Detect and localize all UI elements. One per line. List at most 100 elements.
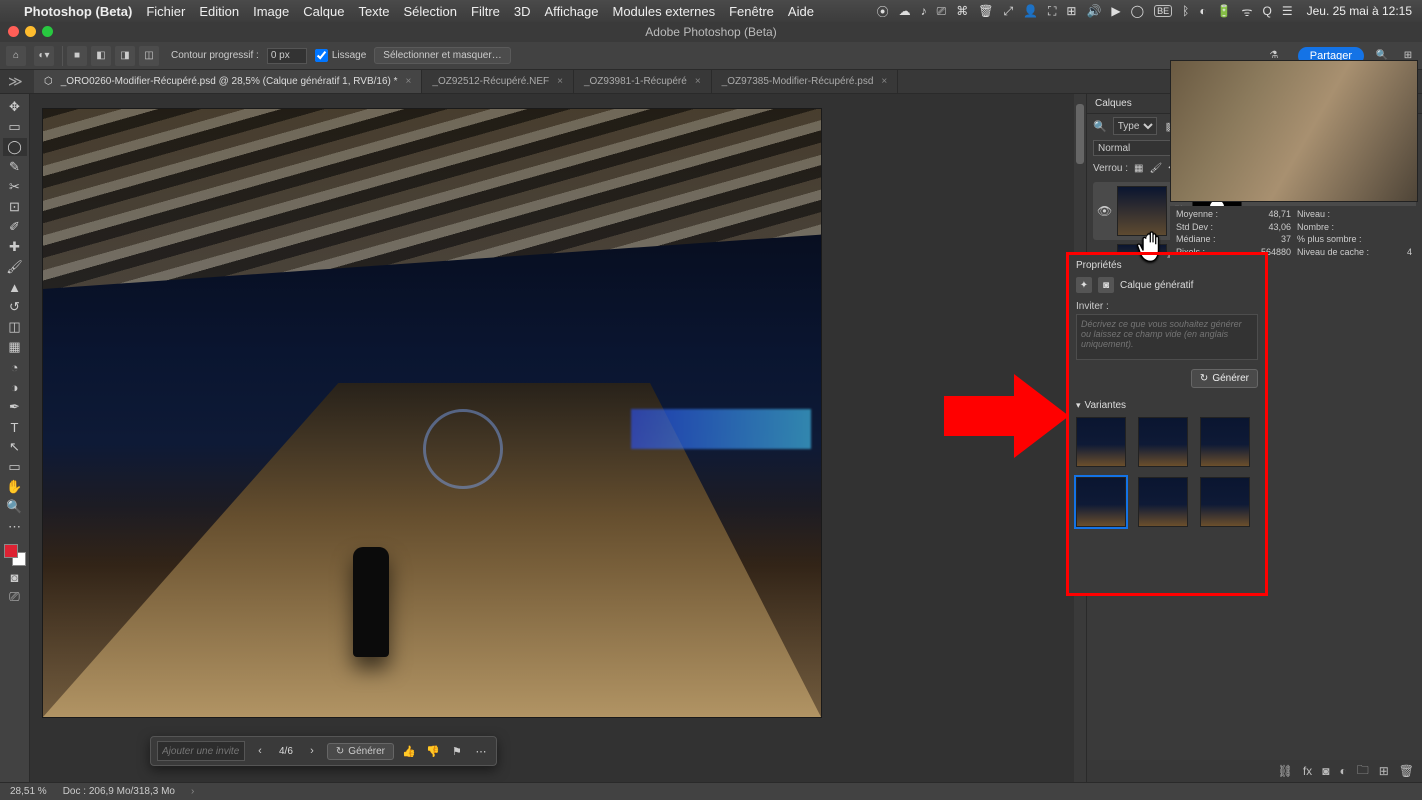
- adjustment-layer-icon[interactable]: ◐: [1339, 764, 1346, 778]
- wifi-icon[interactable]: ᯤ: [1242, 3, 1253, 20]
- status-icon[interactable]: 🗑: [978, 4, 993, 18]
- status-icon[interactable]: ☁: [899, 4, 911, 18]
- contextual-taskbar[interactable]: ‹ 4/6 › ↻ Générer 👍 👎 ⚑ ⋯: [150, 736, 497, 766]
- lasso-tool-icon[interactable]: ◯: [3, 138, 27, 156]
- status-icon[interactable]: 🔊: [1086, 4, 1101, 18]
- status-icon[interactable]: ⎚: [937, 4, 947, 19]
- properties-panel-title[interactable]: Propriétés: [1076, 260, 1258, 271]
- prompt-textarea[interactable]: [1076, 314, 1258, 360]
- new-layer-icon[interactable]: ⊞: [1379, 764, 1389, 778]
- screen-mode-icon[interactable]: ⎚: [3, 588, 27, 606]
- anti-alias-input[interactable]: [315, 49, 328, 62]
- generative-prompt-input[interactable]: [157, 741, 245, 761]
- status-icon[interactable]: ▶: [1111, 4, 1120, 18]
- layer-style-icon[interactable]: fx: [1303, 764, 1312, 778]
- variant-thumbnail[interactable]: [1138, 477, 1188, 527]
- close-tab-icon[interactable]: ×: [557, 76, 563, 87]
- collapse-tabs-icon[interactable]: ≫: [8, 73, 24, 89]
- quick-select-tool-icon[interactable]: ✎: [3, 158, 27, 176]
- eyedropper-tool-icon[interactable]: ✐: [3, 218, 27, 236]
- move-tool-icon[interactable]: ✥: [3, 98, 27, 116]
- battery-icon[interactable]: 🔋: [1217, 4, 1232, 18]
- gradient-tool-icon[interactable]: ▦: [3, 338, 27, 356]
- document-tab[interactable]: _OZ93981-1-Récupéré ×: [574, 70, 712, 93]
- dodge-tool-icon[interactable]: ◑: [3, 378, 27, 396]
- more-icon[interactable]: ⋯: [472, 742, 490, 760]
- status-icon[interactable]: ⦿: [877, 3, 889, 20]
- feather-input[interactable]: [267, 48, 307, 64]
- menu-filtre[interactable]: Filtre: [471, 4, 500, 19]
- link-layers-icon[interactable]: ⛓: [1278, 764, 1293, 778]
- document-canvas[interactable]: [42, 108, 822, 718]
- lock-pixels-icon[interactable]: 🖌: [1149, 163, 1162, 174]
- search-icon[interactable]: 🔍: [1093, 120, 1107, 133]
- healing-tool-icon[interactable]: ✚: [3, 238, 27, 256]
- variant-thumbnail[interactable]: [1138, 417, 1188, 467]
- new-selection-icon[interactable]: ■: [67, 46, 87, 66]
- foreground-color-swatch[interactable]: [4, 544, 18, 558]
- status-chevron-icon[interactable]: ›: [191, 786, 194, 797]
- stamp-tool-icon[interactable]: ▲: [3, 278, 27, 296]
- app-name[interactable]: Photoshop (Beta): [24, 4, 132, 19]
- close-tab-icon[interactable]: ×: [695, 76, 701, 87]
- menu-image[interactable]: Image: [253, 4, 289, 19]
- spotlight-icon[interactable]: Q: [1262, 4, 1271, 18]
- close-tab-icon[interactable]: ×: [406, 76, 412, 87]
- zoom-window-button[interactable]: [42, 26, 53, 37]
- tool-preset-icon[interactable]: ◐▾: [34, 46, 54, 66]
- variant-thumbnail[interactable]: [1076, 417, 1126, 467]
- menu-affichage[interactable]: Affichage: [545, 4, 599, 19]
- zoom-level[interactable]: 28,51 %: [10, 786, 47, 797]
- menu-calque[interactable]: Calque: [303, 4, 344, 19]
- brush-tool-icon[interactable]: 🖌: [3, 258, 27, 276]
- eraser-tool-icon[interactable]: ◫: [3, 318, 27, 336]
- zoom-tool-icon[interactable]: 🔍: [3, 498, 27, 516]
- menu-fichier[interactable]: Fichier: [146, 4, 185, 19]
- layer-filter-type[interactable]: Type: [1113, 117, 1157, 135]
- pen-tool-icon[interactable]: ✒: [3, 398, 27, 416]
- menu-3d[interactable]: 3D: [514, 4, 531, 19]
- generate-button[interactable]: ↻ Générer: [1191, 369, 1258, 388]
- close-tab-icon[interactable]: ×: [881, 76, 887, 87]
- crop-tool-icon[interactable]: ✂: [3, 178, 27, 196]
- status-icon[interactable]: BE: [1154, 5, 1172, 17]
- status-icon[interactable]: ⊞: [1066, 4, 1076, 18]
- status-icon[interactable]: 👤: [1023, 4, 1038, 18]
- status-icon[interactable]: ⌘: [956, 4, 968, 18]
- hand-tool-icon[interactable]: ✋: [3, 478, 27, 496]
- anti-alias-checkbox[interactable]: Lissage: [315, 49, 366, 62]
- doc-size[interactable]: Doc : 206,9 Mo/318,3 Mo: [63, 786, 175, 797]
- close-window-button[interactable]: [8, 26, 19, 37]
- frame-tool-icon[interactable]: ⊡: [3, 198, 27, 216]
- color-swatches[interactable]: [4, 544, 26, 566]
- document-tab[interactable]: _OZ92512-Récupéré.NEF ×: [422, 70, 574, 93]
- quick-mask-icon[interactable]: ◙: [3, 568, 27, 586]
- intersect-selection-icon[interactable]: ◫: [139, 46, 159, 66]
- type-tool-icon[interactable]: T: [3, 418, 27, 436]
- prev-variant-icon[interactable]: ‹: [251, 742, 269, 760]
- group-icon[interactable]: 🗀: [1357, 761, 1369, 782]
- layer-mask-icon[interactable]: ◙: [1322, 764, 1329, 778]
- blur-tool-icon[interactable]: ◔: [3, 358, 27, 376]
- status-icon[interactable]: ♪: [921, 4, 927, 18]
- status-icon[interactable]: ⤢: [1003, 4, 1013, 19]
- shape-tool-icon[interactable]: ▭: [3, 458, 27, 476]
- document-tab[interactable]: ⬡ _ORO0260-Modifier-Récupéré.psd @ 28,5%…: [34, 70, 422, 93]
- variant-thumbnail[interactable]: [1200, 477, 1250, 527]
- subtract-selection-icon[interactable]: ◨: [115, 46, 135, 66]
- generate-button[interactable]: ↻ Générer: [327, 743, 394, 760]
- menu-edition[interactable]: Edition: [199, 4, 239, 19]
- home-icon[interactable]: ⌂: [6, 46, 26, 66]
- clock[interactable]: Jeu. 25 mai à 12:15: [1307, 4, 1412, 18]
- variant-thumbnail[interactable]: [1200, 417, 1250, 467]
- add-selection-icon[interactable]: ◧: [91, 46, 111, 66]
- delete-layer-icon[interactable]: 🗑: [1399, 764, 1414, 778]
- menu-selection[interactable]: Sélection: [404, 4, 457, 19]
- history-brush-tool-icon[interactable]: ↺: [3, 298, 27, 316]
- menu-fenetre[interactable]: Fenêtre: [729, 4, 774, 19]
- minimize-window-button[interactable]: [25, 26, 36, 37]
- next-variant-icon[interactable]: ›: [303, 742, 321, 760]
- document-tab[interactable]: _OZ97385-Modifier-Récupéré.psd ×: [712, 70, 899, 93]
- thumbs-down-icon[interactable]: 👎: [424, 742, 442, 760]
- bluetooth-icon[interactable]: ᛒ: [1182, 4, 1189, 18]
